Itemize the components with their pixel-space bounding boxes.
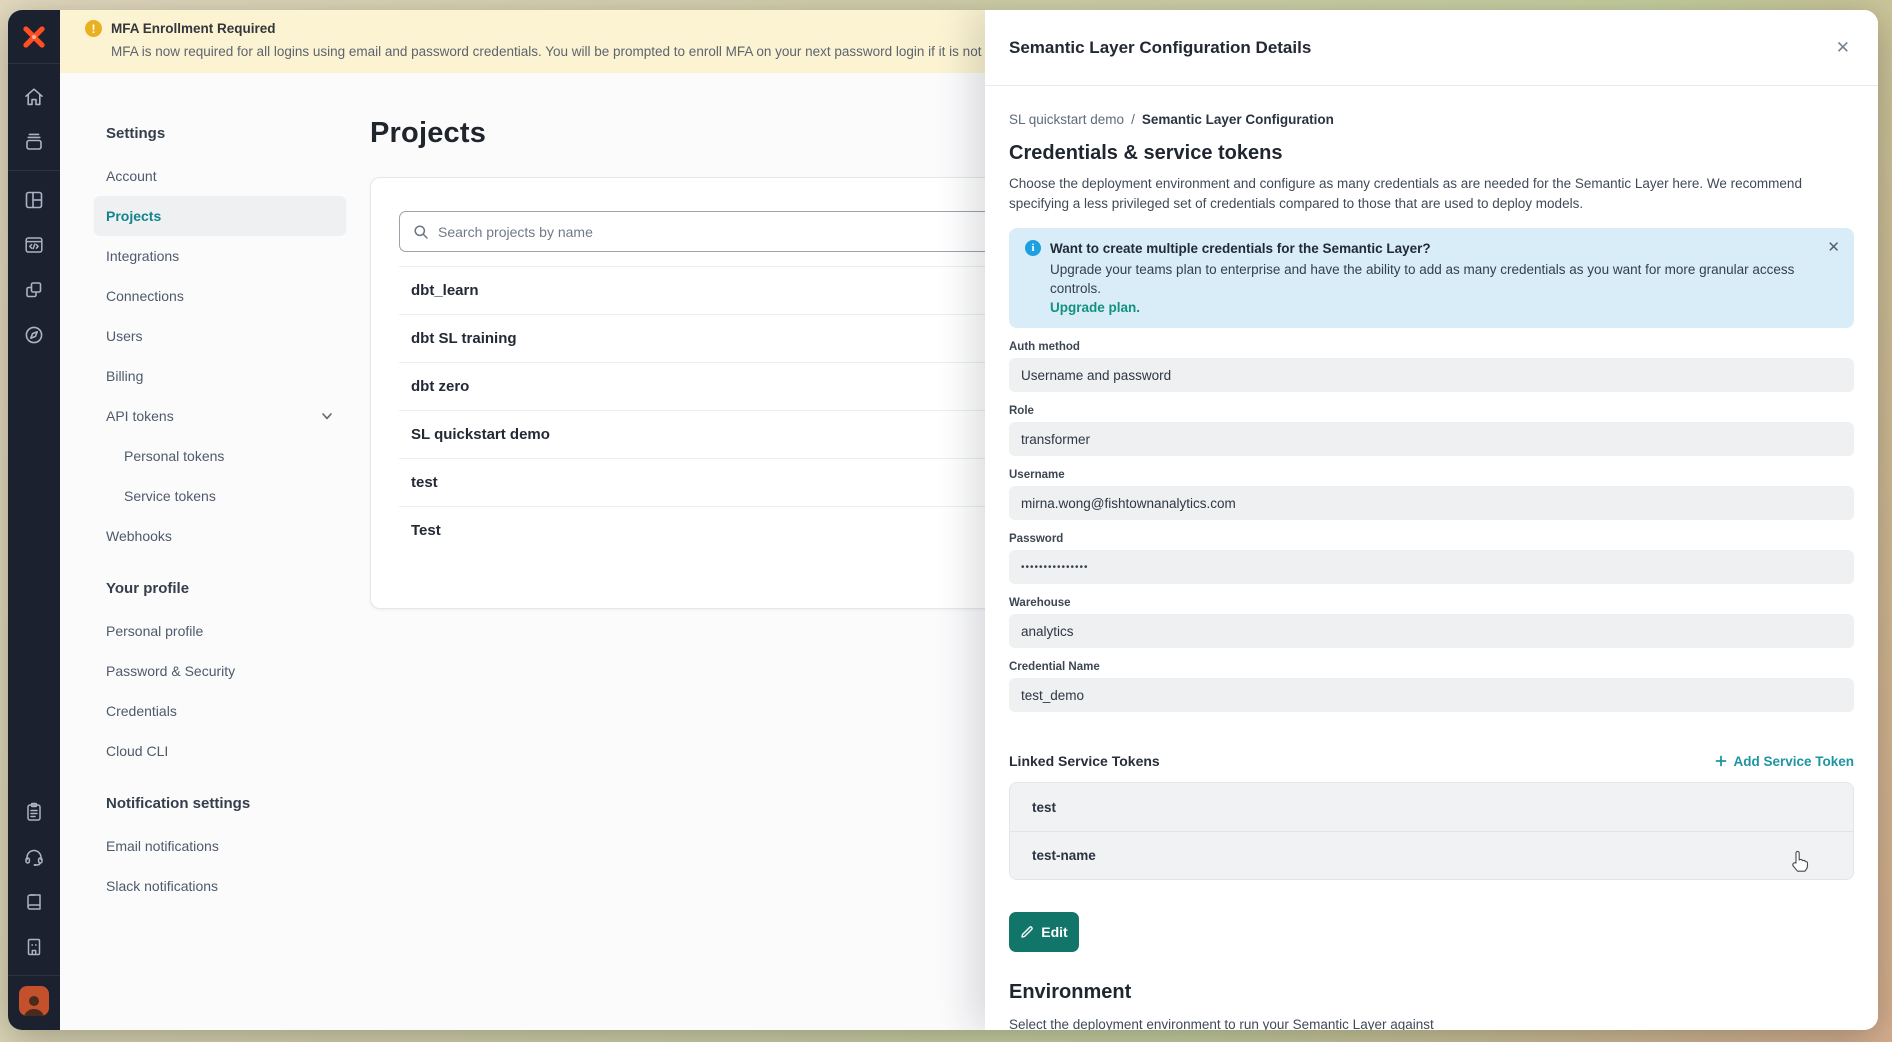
- sidebar-item-cloud-cli[interactable]: Cloud CLI: [94, 731, 346, 771]
- building-icon: [23, 936, 45, 958]
- sidebar-item-password-security[interactable]: Password & Security: [94, 651, 346, 691]
- token-row-test-name[interactable]: test-name: [1010, 831, 1853, 879]
- panel-body: SL quickstart demo / Semantic Layer Conf…: [985, 86, 1878, 1030]
- role-label: Role: [1009, 405, 1854, 417]
- grid-icon: [23, 189, 45, 211]
- password-value: •••••••••••••••: [1009, 550, 1854, 584]
- sidebar-item-api-tokens[interactable]: API tokens: [94, 396, 346, 436]
- sidebar-item-personal-tokens[interactable]: Personal tokens: [94, 436, 346, 476]
- develop-nav-button[interactable]: [8, 222, 60, 267]
- sidebar-item-account[interactable]: Account: [94, 156, 346, 196]
- password-label: Password: [1009, 533, 1854, 545]
- info-close-icon[interactable]: ✕: [1827, 238, 1840, 256]
- upgrade-info-box: i Want to create multiple credentials fo…: [1009, 228, 1854, 328]
- support-button[interactable]: [8, 834, 60, 879]
- breadcrumb: SL quickstart demo / Semantic Layer Conf…: [1009, 112, 1854, 127]
- environment-section-description: Select the deployment environment to run…: [1009, 1017, 1854, 1030]
- credential-name-value: test_demo: [1009, 678, 1854, 712]
- clipboard-icon: [23, 801, 45, 823]
- warehouse-label: Warehouse: [1009, 597, 1854, 609]
- sidebar-item-credentials[interactable]: Credentials: [94, 691, 346, 731]
- user-avatar[interactable]: [19, 986, 49, 1016]
- branch-icon: [23, 279, 45, 301]
- add-service-token-button[interactable]: Add Service Token: [1715, 754, 1854, 769]
- notification-nav-heading: Notification settings: [94, 795, 346, 812]
- panel-title: Semantic Layer Configuration Details: [1009, 38, 1311, 58]
- chevron-down-icon: [320, 409, 334, 423]
- icon-rail: [8, 10, 60, 1030]
- panel-header: Semantic Layer Configuration Details ✕: [985, 10, 1878, 86]
- username-label: Username: [1009, 469, 1854, 481]
- credentials-section-title: Credentials & service tokens: [1009, 142, 1854, 165]
- organization-button[interactable]: [8, 924, 60, 969]
- book-icon: [23, 891, 45, 913]
- environments-nav-button[interactable]: [8, 119, 60, 164]
- plus-icon: [1715, 755, 1727, 767]
- sidebar-item-projects[interactable]: Projects: [94, 196, 346, 236]
- home-icon: [23, 86, 45, 108]
- upgrade-plan-link[interactable]: Upgrade plan.: [1050, 300, 1838, 315]
- breadcrumb-parent[interactable]: SL quickstart demo: [1009, 112, 1124, 127]
- warning-icon: !: [85, 20, 102, 37]
- environment-section-title: Environment: [1009, 981, 1854, 1004]
- breadcrumb-separator: /: [1131, 112, 1135, 127]
- banner-title: MFA Enrollment Required: [111, 21, 276, 36]
- credential-fields: Auth method Username and password Role t…: [1009, 341, 1854, 712]
- search-icon: [413, 224, 429, 240]
- orchestration-nav-button[interactable]: [8, 267, 60, 312]
- profile-nav-heading: Your profile: [94, 580, 346, 597]
- sidebar-item-billing[interactable]: Billing: [94, 356, 346, 396]
- credentials-section-description: Choose the deployment environment and co…: [1009, 174, 1854, 214]
- settings-nav-heading: Settings: [94, 125, 346, 142]
- dbt-logo-icon: [21, 24, 47, 50]
- auth-method-label: Auth method: [1009, 341, 1854, 353]
- username-value: mirna.wong@fishtownanalytics.com: [1009, 486, 1854, 520]
- code-editor-icon: [23, 234, 45, 256]
- person-icon: [21, 992, 47, 1016]
- explore-nav-button[interactable]: [8, 312, 60, 357]
- sidebar-item-integrations[interactable]: Integrations: [94, 236, 346, 276]
- role-value: transformer: [1009, 422, 1854, 456]
- linked-tokens-heading: Linked Service Tokens: [1009, 753, 1160, 769]
- sidebar-item-slack-notifications[interactable]: Slack notifications: [94, 866, 346, 906]
- credential-name-label: Credential Name: [1009, 661, 1854, 673]
- breadcrumb-current: Semantic Layer Configuration: [1142, 112, 1334, 127]
- sidebar-item-service-tokens[interactable]: Service tokens: [94, 476, 346, 516]
- app-window: ! MFA Enrollment Required MFA is now req…: [8, 10, 1878, 1030]
- dbt-logo[interactable]: [8, 10, 60, 64]
- close-icon[interactable]: ✕: [1832, 35, 1854, 60]
- warehouse-value: analytics: [1009, 614, 1854, 648]
- notes-button[interactable]: [8, 789, 60, 834]
- home-nav-button[interactable]: [8, 74, 60, 119]
- dashboard-nav-button[interactable]: [8, 177, 60, 222]
- edit-button[interactable]: Edit: [1009, 912, 1079, 952]
- pencil-icon: [1020, 925, 1034, 939]
- docs-button[interactable]: [8, 879, 60, 924]
- token-row-test[interactable]: test: [1010, 783, 1853, 831]
- sidebar-item-users[interactable]: Users: [94, 316, 346, 356]
- sidebar-item-personal-profile[interactable]: Personal profile: [94, 611, 346, 651]
- settings-nav: Settings Account Projects Integrations C…: [94, 73, 346, 906]
- sidebar-item-webhooks[interactable]: Webhooks: [94, 516, 346, 556]
- semantic-layer-panel: Semantic Layer Configuration Details ✕ S…: [985, 10, 1878, 1030]
- sidebar-item-connections[interactable]: Connections: [94, 276, 346, 316]
- stack-icon: [23, 131, 45, 153]
- headset-icon: [23, 846, 45, 868]
- info-icon: i: [1025, 240, 1041, 256]
- compass-icon: [23, 324, 45, 346]
- auth-method-value: Username and password: [1009, 358, 1854, 392]
- info-box-body: Upgrade your teams plan to enterprise an…: [1050, 260, 1838, 298]
- sidebar-item-email-notifications[interactable]: Email notifications: [94, 826, 346, 866]
- info-box-title: Want to create multiple credentials for …: [1050, 241, 1431, 256]
- linked-tokens-list: test test-name: [1009, 782, 1854, 880]
